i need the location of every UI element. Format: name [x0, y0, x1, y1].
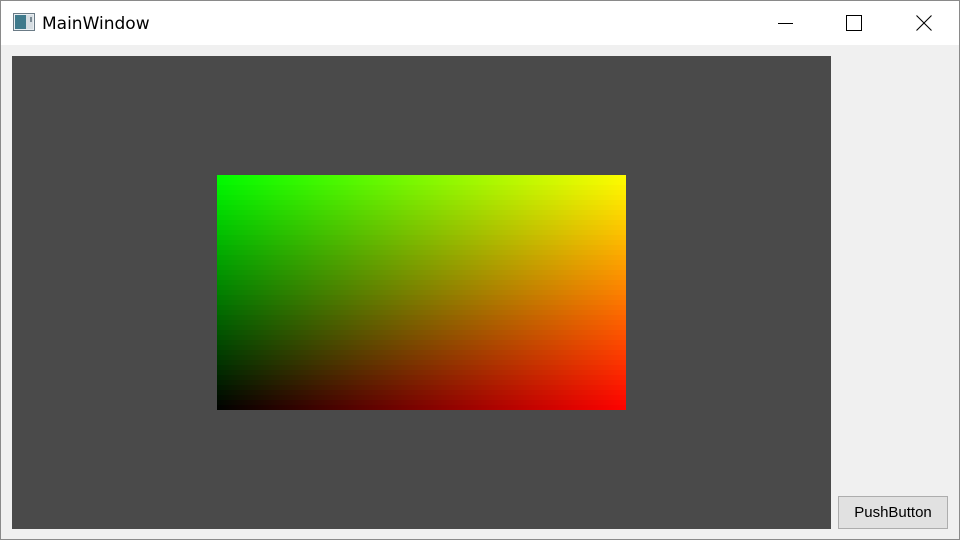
window-title: MainWindow	[42, 14, 150, 34]
gradient-band	[217, 175, 626, 181]
gradient-band	[217, 245, 626, 251]
gradient-band	[217, 340, 626, 346]
gradient-band	[217, 405, 626, 410]
gradient-band	[217, 280, 626, 286]
gradient-band	[217, 285, 626, 291]
gradient-band	[217, 390, 626, 396]
gradient-band	[217, 350, 626, 356]
gradient-band	[217, 190, 626, 196]
gradient-band	[217, 240, 626, 246]
gradient-band	[217, 365, 626, 371]
gradient-band	[217, 250, 626, 256]
gradient-band	[217, 310, 626, 316]
gradient-surface	[217, 175, 626, 410]
gradient-band	[217, 295, 626, 301]
maximize-icon	[846, 15, 862, 31]
gradient-band	[217, 210, 626, 216]
gradient-band	[217, 315, 626, 321]
gradient-band	[217, 180, 626, 186]
minimize-button[interactable]	[750, 1, 820, 45]
gradient-band	[217, 360, 626, 366]
gradient-band	[217, 380, 626, 386]
gradient-band	[217, 320, 626, 326]
gradient-band	[217, 185, 626, 191]
gradient-band	[217, 330, 626, 336]
gradient-band	[217, 200, 626, 206]
gradient-band	[217, 260, 626, 266]
main-window: MainWindow PushButton	[0, 0, 960, 540]
gradient-band	[217, 255, 626, 261]
gradient-band	[217, 375, 626, 381]
gradient-band	[217, 215, 626, 221]
gradient-band	[217, 385, 626, 391]
app-window-icon	[13, 13, 35, 31]
gradient-band	[217, 400, 626, 406]
gradient-band	[217, 355, 626, 361]
close-button[interactable]	[889, 1, 959, 45]
push-button[interactable]: PushButton	[838, 496, 948, 529]
gradient-band	[217, 205, 626, 211]
gradient-band	[217, 345, 626, 351]
gradient-band	[217, 275, 626, 281]
gradient-band	[217, 395, 626, 401]
gradient-band	[217, 335, 626, 341]
gradient-band	[217, 235, 626, 241]
minimize-icon	[778, 23, 793, 24]
gradient-band	[217, 325, 626, 331]
gradient-band	[217, 225, 626, 231]
gradient-band	[217, 220, 626, 226]
gradient-band	[217, 305, 626, 311]
gradient-band	[217, 230, 626, 236]
gradient-band	[217, 270, 626, 276]
gradient-band	[217, 290, 626, 296]
color-gradient-quad	[217, 175, 626, 410]
close-icon	[916, 15, 932, 31]
gradient-band	[217, 195, 626, 201]
maximize-button[interactable]	[819, 1, 889, 45]
gradient-band	[217, 370, 626, 376]
gradient-band	[217, 300, 626, 306]
render-canvas[interactable]	[12, 56, 831, 529]
gradient-band	[217, 265, 626, 271]
title-bar[interactable]: MainWindow	[1, 1, 959, 45]
